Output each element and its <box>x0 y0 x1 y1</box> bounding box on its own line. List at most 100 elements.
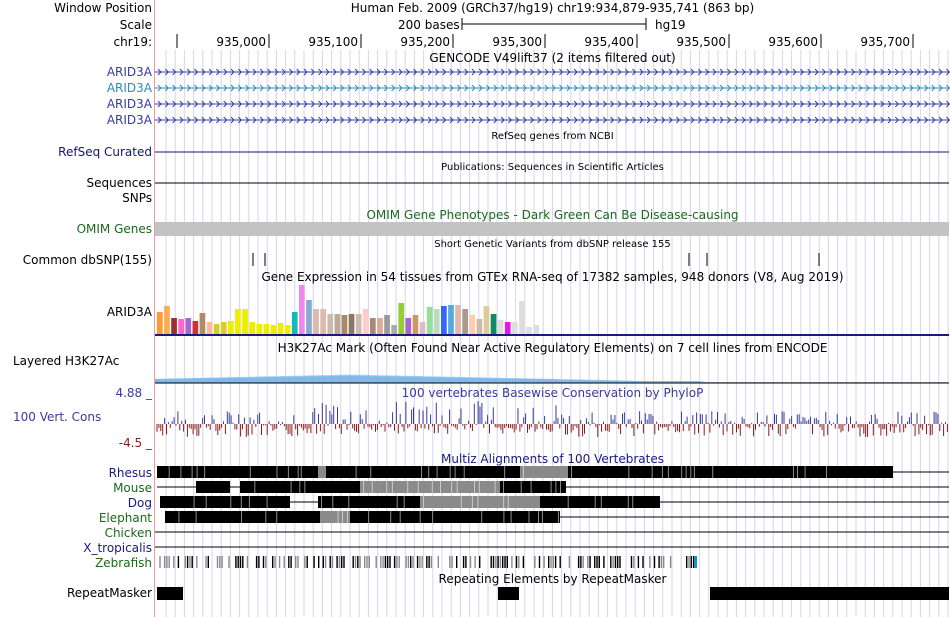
zebrafish-block <box>359 556 361 568</box>
elephant-mismatch <box>241 511 242 523</box>
ruler-tick-label: 935,500 <box>676 35 726 49</box>
phylop-label[interactable]: 100 Vert. Cons <box>13 410 101 424</box>
rhesus-mismatch <box>191 466 193 478</box>
zebrafish-block <box>456 556 458 568</box>
ruler-tick-label: 935,300 <box>492 35 542 49</box>
zebrafish-block <box>479 556 481 568</box>
elephant-mismatch <box>195 511 197 523</box>
gtex-bar <box>206 322 213 334</box>
gencode-item-label[interactable]: ARID3A <box>0 65 152 79</box>
dog-mismatch <box>471 496 473 508</box>
zebrafish-block <box>688 556 690 568</box>
elephant-mismatch <box>178 511 180 523</box>
zebrafish-block <box>548 556 550 568</box>
mouse-mismatch <box>431 481 433 493</box>
multiz-species-label[interactable]: Dog <box>0 496 152 510</box>
zebrafish-block <box>490 556 492 568</box>
dog-mismatch <box>205 496 207 508</box>
dog-mismatch <box>266 496 268 508</box>
gtex-bar <box>391 325 397 334</box>
snps-label[interactable]: SNPs <box>0 191 152 205</box>
zebrafish-block <box>191 556 193 568</box>
omim-bar <box>155 222 949 236</box>
zebrafish-block <box>239 556 242 568</box>
zebrafish-block <box>364 556 366 568</box>
zebrafish-block <box>630 556 633 568</box>
multiz-species-label[interactable]: Mouse <box>0 481 152 495</box>
dog-mismatch <box>332 496 334 508</box>
zebrafish-block <box>492 556 495 568</box>
gtex-bar <box>320 309 326 334</box>
multiz-species-label[interactable]: Elephant <box>0 511 152 525</box>
zebrafish-block <box>258 556 260 568</box>
omim-label[interactable]: OMIM Genes <box>0 222 152 236</box>
multiz-species-label[interactable]: Zebrafish <box>0 556 152 570</box>
phylop-min-label: -4.5 _ <box>118 436 152 450</box>
zebrafish-block <box>405 556 407 568</box>
zebrafish-block <box>410 556 412 568</box>
zebrafish-block <box>660 556 663 568</box>
gencode-item-label[interactable]: ARID3A <box>0 97 152 111</box>
zebrafish-block <box>504 556 506 568</box>
zebrafish-block <box>324 556 327 568</box>
zebrafish-block <box>343 556 345 568</box>
rhesus-mismatch <box>428 466 430 478</box>
dog-mismatch <box>627 496 629 508</box>
dog-mismatch <box>348 496 350 508</box>
zebrafish-block <box>389 556 391 568</box>
multiz-title: Multiz Alignments of 100 Vertebrates <box>440 452 665 466</box>
gtex-bar <box>299 285 305 334</box>
multiz-species-label[interactable]: Rhesus <box>0 466 152 480</box>
dog-mismatch <box>507 496 509 508</box>
gencode-item-label[interactable]: ARID3A <box>0 81 152 95</box>
zebrafish-block <box>669 556 672 568</box>
gtex-bar <box>348 314 355 334</box>
gencode-item-label[interactable]: ARID3A <box>0 113 152 127</box>
dog-block <box>420 496 540 508</box>
zebrafish-block <box>649 556 651 568</box>
zebrafish-block <box>522 556 525 568</box>
zebrafish-block <box>465 556 467 568</box>
mouse-mismatch <box>386 481 388 493</box>
zebrafish-block <box>589 556 591 568</box>
rhesus-block <box>568 466 893 478</box>
zebrafish-block <box>219 556 221 568</box>
zebrafish-block <box>437 556 439 568</box>
rhesus-mismatch <box>287 466 289 478</box>
gtex-bar <box>490 314 497 334</box>
multiz-species-label[interactable]: Chicken <box>0 526 152 540</box>
dog-mismatch <box>193 496 195 508</box>
refseq-label[interactable]: RefSeq Curated <box>0 145 152 159</box>
zebrafish-block <box>428 556 430 568</box>
zebrafish-block <box>580 556 582 568</box>
zebrafish-block <box>246 556 249 568</box>
rhesus-mismatch <box>454 466 456 478</box>
zebrafish-block <box>354 556 357 568</box>
rhesus-mismatch <box>797 466 798 478</box>
zebrafish-block <box>633 556 635 568</box>
publications-label[interactable]: Sequences <box>0 176 152 190</box>
mouse-mismatch <box>555 481 557 493</box>
h3k27ac-label[interactable]: Layered H3K27Ac <box>13 354 119 368</box>
rhesus-mismatch <box>693 466 695 478</box>
zebrafish-block <box>534 556 536 568</box>
zebrafish-block <box>387 556 389 568</box>
dbsnp-label[interactable]: Common dbSNP(155) <box>0 253 152 267</box>
elephant-mismatch <box>528 511 530 523</box>
ruler-tick-label: 935,200 <box>400 35 450 49</box>
multiz-species-label[interactable]: X_tropicalis <box>0 541 152 555</box>
rhesus-mismatch <box>690 466 692 478</box>
rhesus-mismatch <box>685 466 687 478</box>
zebrafish-block <box>511 556 513 568</box>
gtex-bar <box>213 324 220 334</box>
rhesus-mismatch <box>661 466 663 478</box>
gtex-bar <box>433 309 440 334</box>
elephant-mismatch <box>399 511 401 523</box>
zebrafish-block <box>189 556 191 568</box>
dog-mismatch <box>594 496 596 508</box>
zebrafish-block <box>474 556 476 568</box>
phylop-max-label: 4.88 _ <box>115 386 152 400</box>
gtex-label[interactable]: ARID3A <box>0 305 152 319</box>
repeatmasker-label[interactable]: RepeatMasker <box>0 586 152 600</box>
gtex-bar <box>398 303 405 334</box>
